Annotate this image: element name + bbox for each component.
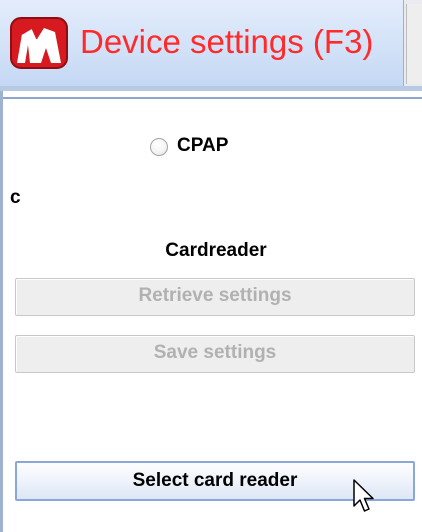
cpap-radio[interactable] bbox=[150, 138, 168, 156]
cardreader-heading: Cardreader bbox=[165, 240, 267, 261]
retrieve-settings-button[interactable]: Retrieve settings bbox=[15, 278, 415, 316]
tab-label: Device settings (F3) bbox=[80, 23, 374, 60]
cpap-radio-label: CPAP bbox=[177, 135, 229, 156]
tab-next[interactable] bbox=[406, 4, 422, 84]
separator-line bbox=[3, 97, 422, 99]
tab-bar: Device settings (F3) bbox=[0, 0, 422, 91]
select-card-reader-button[interactable]: Select card reader bbox=[15, 461, 415, 501]
save-settings-button[interactable]: Save settings bbox=[15, 335, 415, 373]
truncated-label: c bbox=[10, 187, 21, 208]
panel-border bbox=[0, 91, 3, 532]
device-logo-icon bbox=[10, 17, 68, 69]
tab-device-settings[interactable]: Device settings (F3) bbox=[0, 0, 404, 86]
